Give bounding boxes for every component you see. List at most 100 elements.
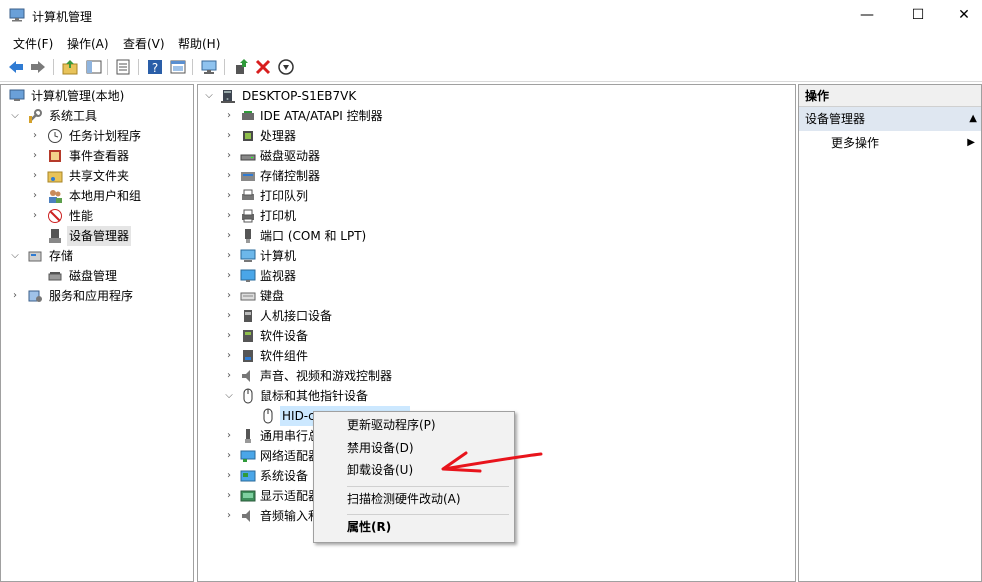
chevron-right-icon[interactable]: › — [224, 266, 234, 286]
chevron-right-icon[interactable]: › — [10, 286, 20, 306]
device-category[interactable]: › 打印队列 — [198, 186, 795, 206]
chevron-right-icon[interactable]: › — [224, 286, 234, 306]
device-manager-icon — [49, 229, 61, 243]
chevron-right-icon[interactable]: › — [224, 186, 234, 206]
chevron-down-icon[interactable]: ⌵ — [224, 386, 234, 406]
device-label: 打印机 — [260, 209, 297, 223]
device-category[interactable]: › 键盘 — [198, 286, 795, 306]
chevron-down-icon[interactable]: ⌵ — [10, 246, 20, 266]
more-actions-item[interactable]: 更多操作 ▶ — [799, 133, 981, 153]
menu-action[interactable]: 操作(A) — [67, 35, 109, 52]
chevron-right-icon[interactable]: › — [224, 146, 234, 166]
properties-icon[interactable] — [169, 58, 187, 76]
help-icon[interactable]: ? — [146, 58, 164, 76]
chevron-right-icon[interactable]: › — [224, 246, 234, 266]
tools-icon — [29, 109, 42, 123]
annotation-arrow — [441, 451, 543, 473]
chevron-right-icon[interactable]: › — [224, 306, 234, 326]
chevron-right-icon[interactable]: › — [224, 166, 234, 186]
chevron-right-icon[interactable]: › — [30, 186, 40, 206]
actions-pane: 操作 设备管理器 ▲ 更多操作 ▶ — [798, 84, 982, 582]
chevron-right-icon[interactable]: › — [224, 426, 234, 446]
maximize-button[interactable]: ☐ — [895, 0, 941, 31]
device-category[interactable]: › 软件组件 — [198, 346, 795, 366]
export-icon[interactable] — [114, 58, 132, 76]
chevron-right-icon[interactable]: › — [224, 206, 234, 226]
nav-item-label: 本地用户和组 — [69, 189, 142, 203]
port-icon — [245, 229, 251, 243]
chevron-right-icon[interactable]: › — [224, 226, 234, 246]
chevron-right-icon[interactable]: › — [30, 146, 40, 166]
context-uninstall-device[interactable]: 卸载设备(U) — [347, 460, 413, 480]
nav-item[interactable]: › 服务和应用程序 — [1, 286, 193, 306]
chevron-right-icon[interactable]: › — [224, 506, 234, 526]
device-category[interactable]: › 存储控制器 — [198, 166, 795, 186]
nav-item-label: 存储 — [49, 249, 74, 263]
nav-item[interactable]: ⌵ 存储 — [1, 246, 193, 266]
collapse-up-icon[interactable]: ▲ — [969, 107, 977, 131]
device-category[interactable]: › 声音、视频和游戏控制器 — [198, 366, 795, 386]
actions-section-device-manager[interactable]: 设备管理器 ▲ — [799, 107, 981, 131]
up-folder-icon[interactable] — [61, 58, 79, 76]
device-category[interactable]: › 处理器 — [198, 126, 795, 146]
forward-icon[interactable] — [29, 58, 47, 76]
disable-icon[interactable] — [277, 58, 295, 76]
close-button[interactable]: ✕ — [941, 0, 982, 31]
back-icon[interactable] — [7, 58, 25, 76]
chevron-right-icon[interactable]: › — [224, 366, 234, 386]
show-hide-tree-icon[interactable] — [85, 58, 103, 76]
device-category[interactable]: › 软件设备 — [198, 326, 795, 346]
computer-management-icon — [9, 8, 25, 22]
device-category[interactable]: › 人机接口设备 — [198, 306, 795, 326]
nav-item[interactable]: ⌵ 系统工具 — [1, 106, 193, 126]
printer-icon — [242, 209, 254, 223]
svg-text:?: ? — [152, 61, 158, 75]
software-component-icon — [243, 350, 253, 362]
device-category[interactable]: ⌵ 鼠标和其他指针设备 — [198, 386, 795, 406]
nav-item[interactable]: 磁盘管理 — [1, 266, 193, 286]
device-category[interactable]: › 打印机 — [198, 206, 795, 226]
uninstall-icon[interactable] — [254, 58, 272, 76]
chevron-right-icon[interactable]: › — [224, 446, 234, 466]
nav-item[interactable]: 设备管理器 — [1, 226, 193, 246]
device-category[interactable]: › 计算机 — [198, 246, 795, 266]
device-label: 系统设备 — [260, 469, 309, 483]
nav-item-label: 共享文件夹 — [69, 169, 130, 183]
context-scan-hardware[interactable]: 扫描检测硬件改动(A) — [347, 489, 461, 509]
tree-root[interactable]: ⌵ DESKTOP-S1EB7VK — [198, 86, 795, 106]
chevron-down-icon[interactable]: ⌵ — [10, 106, 20, 126]
device-category[interactable]: › 监视器 — [198, 266, 795, 286]
context-update-driver[interactable]: 更新驱动程序(P) — [347, 415, 436, 435]
nav-item[interactable]: 计算机管理(本地) — [1, 86, 193, 106]
device-category[interactable]: › 磁盘驱动器 — [198, 146, 795, 166]
nav-item[interactable]: › 事件查看器 — [1, 146, 193, 166]
update-driver-icon[interactable] — [232, 58, 250, 76]
ide-controller-icon — [242, 111, 254, 120]
minimize-button[interactable]: — — [844, 0, 890, 31]
nav-item[interactable]: › 性能 — [1, 206, 193, 226]
chevron-right-icon[interactable]: › — [30, 206, 40, 226]
menu-file[interactable]: 文件(F) — [13, 35, 53, 52]
chevron-right-icon[interactable]: › — [30, 126, 40, 146]
nav-item[interactable]: › 共享文件夹 — [1, 166, 193, 186]
device-category[interactable]: › IDE ATA/ATAPI 控制器 — [198, 106, 795, 126]
chevron-down-icon[interactable]: ⌵ — [204, 86, 214, 106]
chevron-right-icon[interactable]: › — [224, 326, 234, 346]
chevron-right-icon[interactable]: › — [224, 346, 234, 366]
chevron-right-icon[interactable]: › — [224, 126, 234, 146]
context-disable-device[interactable]: 禁用设备(D) — [347, 438, 414, 458]
device-category[interactable]: › 端口 (COM 和 LPT) — [198, 226, 795, 246]
nav-item[interactable]: › 本地用户和组 — [1, 186, 193, 206]
monitor-icon[interactable] — [200, 58, 218, 76]
nav-item[interactable]: › 任务计划程序 — [1, 126, 193, 146]
chevron-right-icon[interactable]: › — [224, 466, 234, 486]
chevron-right-icon[interactable]: › — [30, 166, 40, 186]
context-properties[interactable]: 属性(R) — [347, 517, 391, 537]
device-label: 通用串行总 — [260, 429, 321, 443]
network-adapter-icon — [240, 450, 256, 462]
chevron-right-icon[interactable]: › — [224, 486, 234, 506]
chevron-right-icon[interactable]: › — [224, 106, 234, 126]
menu-help[interactable]: 帮助(H) — [178, 35, 220, 52]
root-label: DESKTOP-S1EB7VK — [242, 89, 357, 103]
menu-view[interactable]: 查看(V) — [123, 35, 165, 52]
